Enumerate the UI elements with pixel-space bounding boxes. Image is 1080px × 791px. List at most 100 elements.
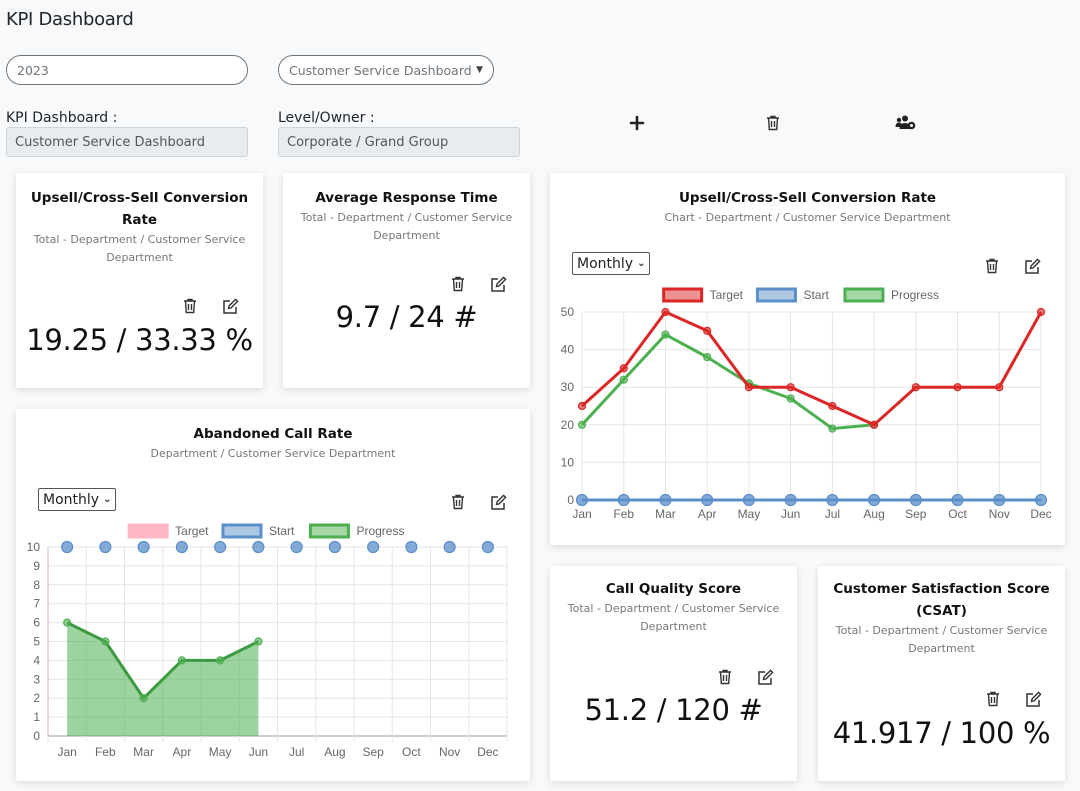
x-tick-label: Mar — [655, 507, 676, 521]
edit-icon — [490, 493, 507, 510]
dashboard-select[interactable]: Customer Service Dashboard ▼ — [278, 55, 494, 85]
data-point-start — [252, 540, 265, 554]
card-subtitle: Total - Department / Customer Service De… — [300, 211, 513, 242]
card-subtitle: Total - Department / Customer Service De… — [567, 602, 780, 633]
trash-icon — [767, 115, 779, 131]
series-start — [575, 493, 1048, 507]
data-point-progress — [577, 420, 587, 429]
card-title: Call Quality Score — [605, 581, 742, 597]
delete-kpi-button[interactable] — [983, 689, 1003, 709]
data-point-start — [290, 540, 303, 554]
y-tick-label: 30 — [561, 380, 575, 394]
data-point-start — [214, 540, 227, 554]
legend-label-start: Start — [269, 524, 295, 538]
y-tick-label: 2 — [33, 691, 40, 705]
edit-icon — [1024, 257, 1041, 274]
data-point-start — [481, 540, 494, 554]
data-point-target — [911, 383, 920, 392]
x-tick-label: Apr — [698, 507, 717, 521]
edit-kpi-button[interactable] — [1023, 689, 1043, 709]
trash-icon — [719, 669, 731, 685]
edit-kpi-button[interactable] — [220, 296, 240, 316]
data-point-start — [951, 493, 964, 507]
delete-kpi-button[interactable] — [715, 667, 735, 687]
year-input[interactable]: 2023 — [6, 55, 248, 85]
add-button[interactable] — [624, 110, 650, 136]
delete-kpi-button[interactable] — [448, 274, 468, 294]
y-tick-label: 0 — [567, 493, 574, 507]
x-tick-label: Oct — [402, 745, 421, 759]
data-point-target — [661, 307, 670, 317]
data-point-progress — [177, 656, 186, 665]
x-tick-label: Jan — [572, 507, 591, 521]
data-point-target — [744, 383, 754, 392]
data-point-progress — [619, 375, 628, 384]
data-point-start — [826, 493, 839, 507]
kpi-value: 19.25 / 33.33 % — [26, 323, 253, 357]
period-select-value: Monthly — [43, 491, 100, 508]
y-tick-label: 10 — [27, 540, 41, 554]
data-point-start — [137, 540, 150, 554]
plus-icon — [629, 115, 645, 131]
x-tick-label: Nov — [439, 745, 460, 759]
dashboard-select-value: Customer Service Dashboard — [289, 62, 472, 78]
data-point-progress — [63, 618, 72, 627]
period-select[interactable]: Monthly ⌄ — [572, 252, 651, 275]
delete-dashboard-button[interactable] — [760, 110, 786, 136]
period-select-value: Monthly — [577, 255, 634, 272]
data-point-start — [367, 540, 380, 554]
data-point-progress — [703, 353, 712, 362]
data-point-start — [99, 540, 112, 554]
kpi-value: 9.7 / 24 # — [335, 300, 478, 334]
y-tick-label: 7 — [33, 597, 40, 611]
card-subtitle: Total - Department / Customer Service De… — [33, 233, 246, 264]
x-tick-label: Dec — [1030, 507, 1051, 521]
data-point-target — [953, 383, 962, 392]
kpi-card-call-quality: Call Quality Score Total - Department / … — [550, 566, 797, 781]
edit-kpi-button[interactable] — [488, 274, 508, 294]
level-owner-label: Level/Owner : — [278, 110, 375, 126]
kpi-dashboard-field: Customer Service Dashboard — [6, 127, 248, 157]
kpi-card-upsell-total: Upsell/Cross-Sell Conversion Rate Total … — [16, 173, 263, 388]
delete-kpi-button[interactable] — [180, 296, 200, 316]
delete-chart-button[interactable] — [448, 492, 468, 512]
edit-chart-button[interactable] — [1022, 256, 1042, 276]
y-tick-label: 0 — [33, 729, 40, 743]
manage-users-button[interactable] — [893, 110, 919, 136]
data-point-start — [1034, 493, 1048, 507]
edit-chart-button[interactable] — [488, 492, 508, 512]
legend-swatch-progress — [308, 523, 350, 539]
data-point-start — [617, 493, 630, 507]
line-target — [580, 310, 1043, 427]
x-tick-label: Sep — [905, 507, 927, 521]
card-title: Abandoned Call Rate — [193, 426, 353, 442]
x-tick-label: Mar — [133, 745, 154, 759]
trash-icon — [452, 276, 464, 292]
y-tick-label: 1 — [33, 710, 40, 724]
data-point-target — [703, 326, 712, 335]
edit-icon — [490, 275, 507, 292]
chart-card-abandoned: Abandoned Call Rate Department / Custome… — [16, 409, 530, 781]
chart-card-upsell: Upsell/Cross-Sell Conversion Rate Chart … — [550, 173, 1065, 545]
data-point-start — [175, 540, 188, 554]
legend-swatch-progress — [843, 287, 885, 303]
y-tick-label: 9 — [33, 559, 40, 573]
kpi-card-avg-response: Average Response Time Total - Department… — [283, 173, 530, 388]
data-point-target — [995, 383, 1004, 392]
data-point-progress — [101, 637, 110, 646]
legend-item-progress: Progress — [308, 523, 404, 539]
users-gear-icon — [895, 115, 916, 130]
trash-icon — [987, 691, 999, 707]
delete-chart-button[interactable] — [982, 256, 1002, 276]
x-tick-label: Aug — [324, 745, 345, 759]
edit-kpi-button[interactable] — [755, 667, 775, 687]
kpi-dashboard-label: KPI Dashboard : — [6, 110, 118, 126]
x-tick-label: Feb — [95, 745, 116, 759]
period-select[interactable]: Monthly ⌄ — [38, 488, 117, 511]
x-tick-label: Nov — [989, 507, 1010, 521]
series-target — [577, 307, 1046, 429]
legend-item-target: Target — [127, 523, 209, 539]
y-tick-label: 4 — [33, 653, 40, 667]
data-point-progress — [139, 694, 148, 703]
data-point-start — [575, 493, 589, 507]
